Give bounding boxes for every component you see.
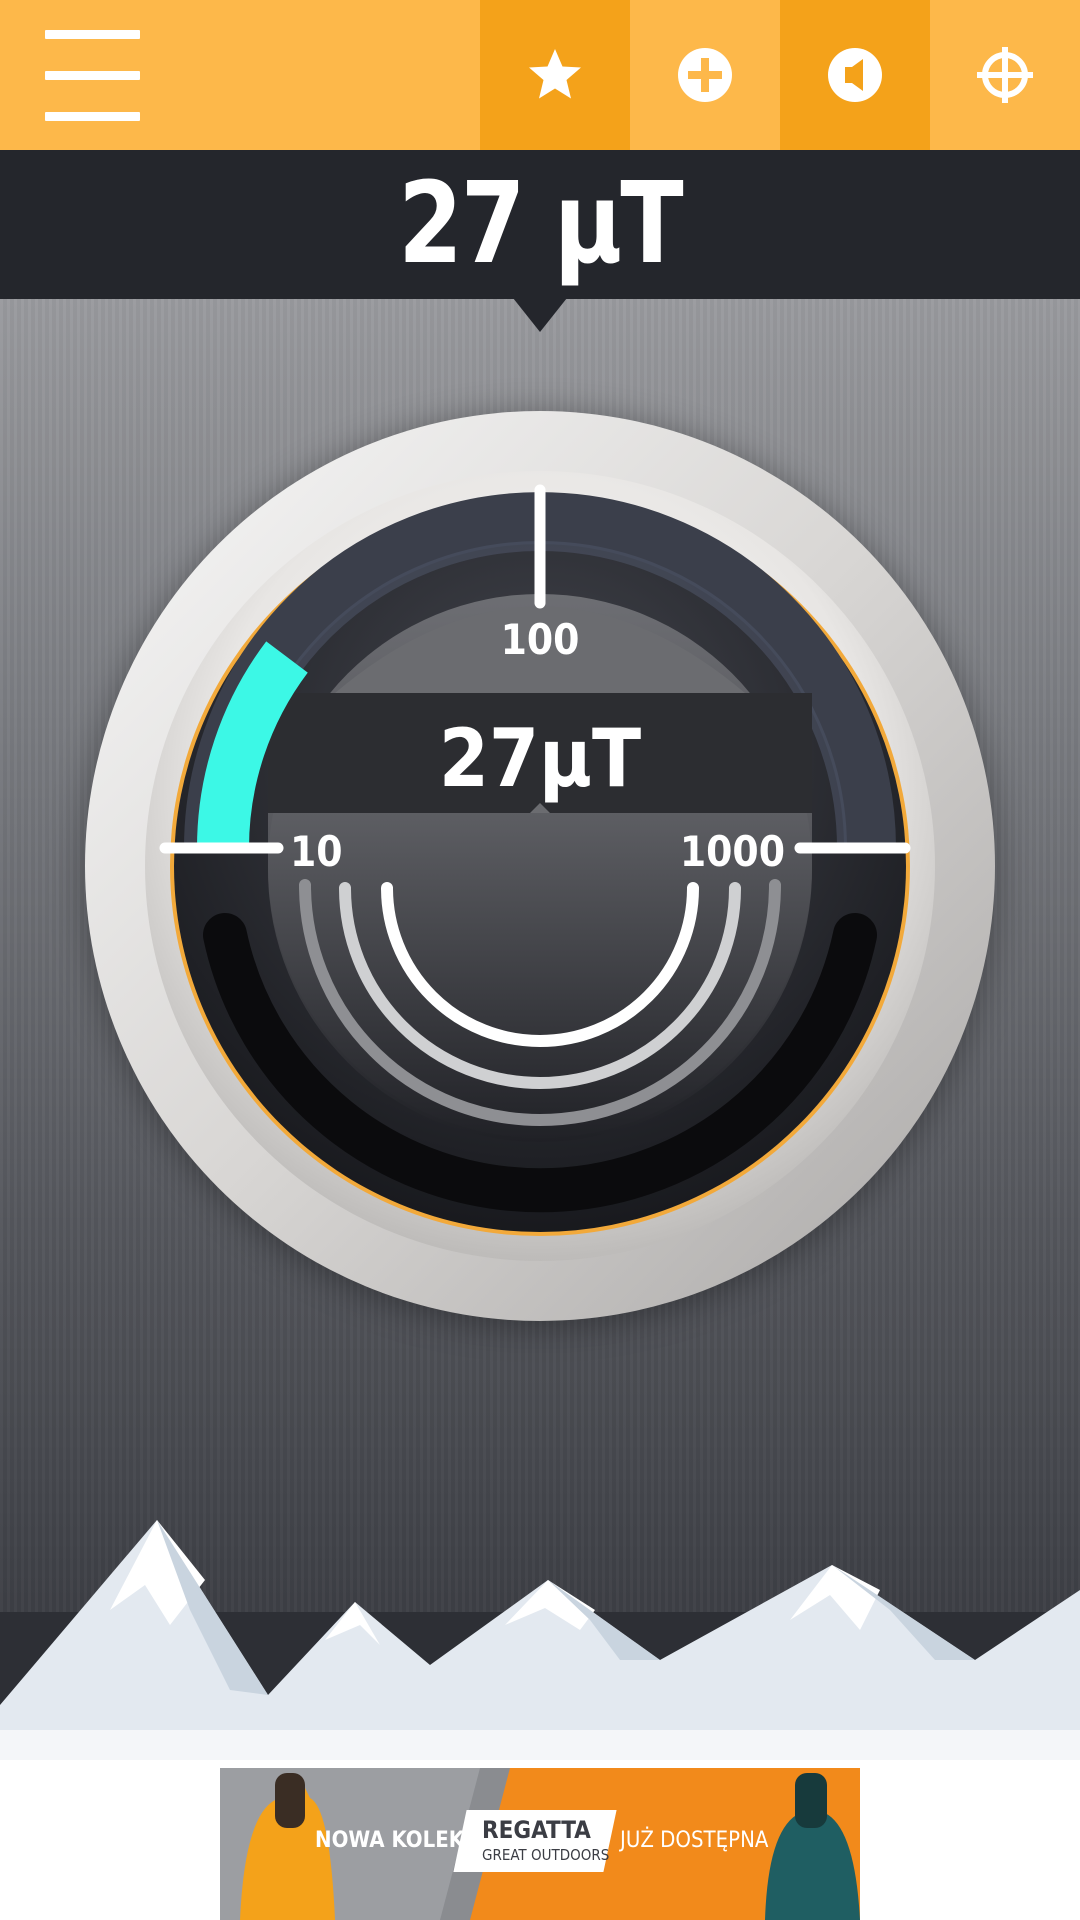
mountains-decoration [0,1520,1080,1770]
ad-banner[interactable]: NOWA KOLEKCJA REGATTA GREAT OUTDOORS JUŻ… [220,1768,860,1920]
ad-brand-sub: GREAT OUTDOORS [482,1846,610,1864]
ad-brand-name: REGATTA [482,1816,591,1844]
scale-label-mid: 100 [501,615,580,664]
ad-right-text: JUŻ DOSTĘPNA [620,1828,769,1853]
scale-label-low: 10 [290,827,343,876]
dial-value: 27μT [439,712,641,805]
gauge: 100 10 1000 27μT [85,411,995,1325]
scale-label-high: 1000 [680,827,785,876]
